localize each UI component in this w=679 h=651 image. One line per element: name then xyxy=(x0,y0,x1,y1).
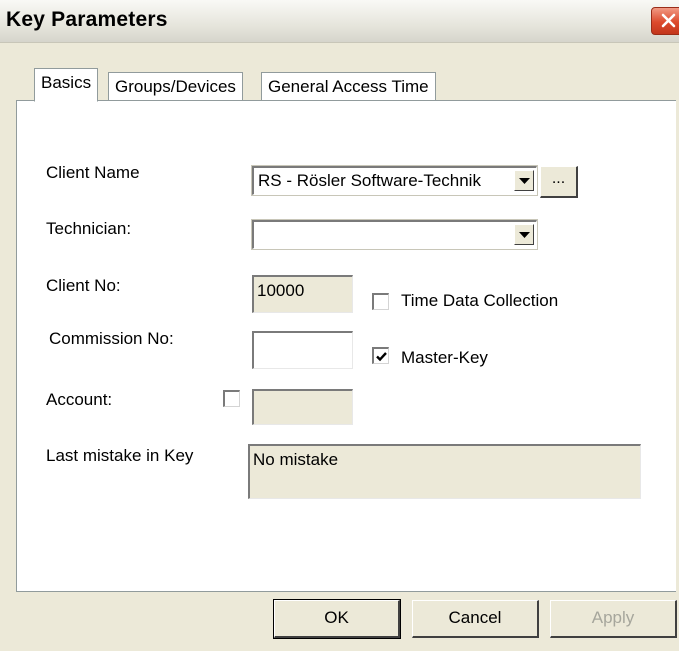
client-name-browse-button[interactable]: ... xyxy=(540,166,578,198)
apply-button-label: Apply xyxy=(591,608,635,627)
master-key-label: Master-Key xyxy=(401,348,488,367)
chevron-down-icon xyxy=(519,178,530,184)
tab-general-access-time[interactable]: General Access Time xyxy=(261,72,436,102)
last-mistake-field: No mistake xyxy=(248,444,641,499)
technician-dropdown-button[interactable] xyxy=(514,224,534,245)
cancel-button-label: Cancel xyxy=(448,608,502,627)
client-name-label: Client Name xyxy=(46,163,140,182)
commission-no-field[interactable] xyxy=(252,331,353,369)
technician-label: Technician: xyxy=(46,219,132,238)
window-title: Key Parameters xyxy=(6,8,168,31)
close-icon xyxy=(661,13,676,28)
client-no-label: Client No: xyxy=(46,276,121,295)
account-label: Account: xyxy=(46,390,113,409)
client-no-field: 10000 xyxy=(252,275,353,313)
account-checkbox[interactable] xyxy=(223,390,240,407)
last-mistake-value: No mistake xyxy=(253,450,339,469)
client-no-value: 10000 xyxy=(257,281,305,300)
account-field xyxy=(252,389,353,425)
apply-button[interactable]: Apply xyxy=(550,600,677,638)
chevron-down-icon xyxy=(519,232,530,238)
client-name-dropdown[interactable]: RS - Rösler Software-Technik xyxy=(251,165,538,196)
technician-dropdown[interactable] xyxy=(251,219,538,250)
tab-groups-devices-label: Groups/Devices xyxy=(115,77,236,96)
time-data-collection-label: Time Data Collection xyxy=(401,291,559,310)
ok-button-label: OK xyxy=(324,608,349,627)
ok-button[interactable]: OK xyxy=(273,599,401,639)
cancel-button[interactable]: Cancel xyxy=(412,600,539,638)
tab-basics-label: Basics xyxy=(41,73,92,92)
tab-general-access-time-label: General Access Time xyxy=(268,77,429,96)
time-data-collection-checkbox[interactable] xyxy=(372,293,389,310)
tab-groups-devices[interactable]: Groups/Devices xyxy=(108,72,243,102)
commission-no-label: Commission No: xyxy=(49,329,174,348)
title-bar[interactable]: Key Parameters xyxy=(0,0,679,43)
client-name-dropdown-button[interactable] xyxy=(514,170,534,191)
browse-button-label: ... xyxy=(551,170,566,187)
master-key-checkbox[interactable] xyxy=(372,347,389,364)
tab-basics[interactable]: Basics xyxy=(34,68,99,102)
last-mistake-label: Last mistake in Key xyxy=(46,446,194,465)
client-name-value: RS - Rösler Software-Technik xyxy=(258,171,481,190)
close-button[interactable] xyxy=(651,7,679,35)
checkmark-icon xyxy=(376,352,387,362)
